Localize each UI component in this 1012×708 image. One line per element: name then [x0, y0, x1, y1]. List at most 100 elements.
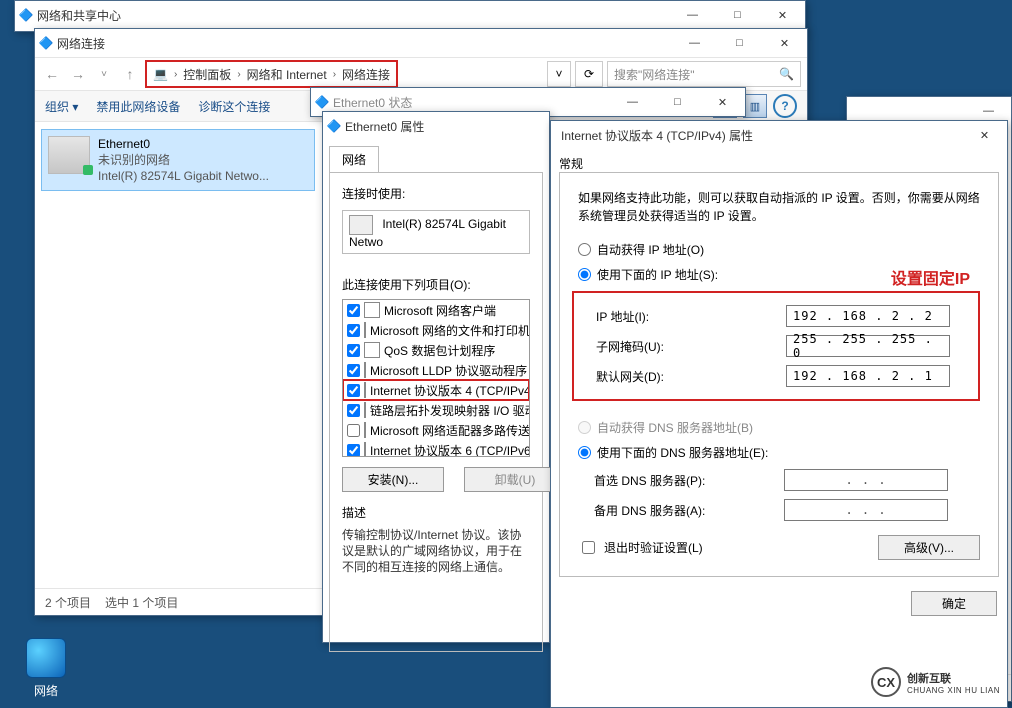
- breadcrumb-mid[interactable]: 网络和 Internet: [247, 66, 327, 83]
- ip-address-input[interactable]: 192 . 168 . 2 . 2: [786, 305, 950, 327]
- back-button[interactable]: ←: [41, 63, 63, 85]
- protocol-label: Microsoft 网络客户端: [384, 302, 496, 319]
- breadcrumb-leaf[interactable]: 网络连接: [342, 66, 390, 83]
- minimize-button[interactable]: —: [672, 29, 717, 57]
- cmd-diagnose[interactable]: 诊断这个连接: [198, 98, 270, 115]
- breadcrumb[interactable]: 💻 › 控制面板 › 网络和 Internet › 网络连接: [145, 60, 398, 88]
- window-title-ipv4: Internet 协议版本 4 (TCP/IPv4) 属性: [551, 127, 962, 144]
- validate-on-exit-checkbox[interactable]: [582, 541, 595, 554]
- status-count: 2 个项目: [45, 594, 91, 611]
- folder-icon: 💻: [153, 67, 168, 81]
- desktop-icon-network[interactable]: 网络: [16, 638, 76, 699]
- protocol-row[interactable]: 链路层拓扑发现映射器 I/O 驱动: [343, 400, 529, 420]
- protocol-checkbox[interactable]: [347, 364, 360, 377]
- dns1-input[interactable]: . . .: [784, 469, 948, 491]
- ok-button[interactable]: 确定: [911, 591, 997, 616]
- protocol-row[interactable]: Internet 协议版本 4 (TCP/IPv4: [343, 380, 529, 400]
- protocol-icon: [364, 302, 380, 318]
- forward-button[interactable]: →: [67, 63, 89, 85]
- maximize-button[interactable]: □: [715, 1, 760, 29]
- uses-label: 此连接使用下列项目(O):: [342, 276, 530, 293]
- preview-pane-button[interactable]: ▥: [743, 94, 767, 118]
- tab-general[interactable]: 常规: [559, 155, 999, 172]
- minimize-button[interactable]: —: [670, 1, 715, 29]
- protocol-row[interactable]: QoS 数据包计划程序: [343, 340, 529, 360]
- dns1-label: 首选 DNS 服务器(P):: [594, 472, 784, 489]
- close-button[interactable]: ✕: [762, 29, 807, 57]
- gateway-label: 默认网关(D):: [596, 368, 786, 385]
- protocol-icon: [364, 362, 366, 378]
- protocol-checkbox[interactable]: [347, 344, 360, 357]
- radio-auto-ip[interactable]: 自动获得 IP 地址(O): [578, 241, 980, 258]
- minimize-button[interactable]: —: [610, 88, 655, 116]
- refresh-button[interactable]: ⟳: [575, 61, 603, 87]
- status-selected: 选中 1 个项目: [105, 594, 178, 611]
- protocol-checkbox[interactable]: [347, 424, 360, 437]
- gateway-input[interactable]: 192 . 168 . 2 . 1: [786, 365, 950, 387]
- help-icon[interactable]: ?: [773, 94, 797, 118]
- close-button[interactable]: ✕: [962, 121, 1007, 149]
- adapter-item-ethernet0[interactable]: Ethernet0 未识别的网络 Intel(R) 82574L Gigabit…: [41, 129, 315, 191]
- protocol-checkbox[interactable]: [347, 404, 360, 417]
- window-title-ethstatus: Ethernet0 状态: [333, 94, 610, 111]
- desc-text: 传输控制协议/Internet 协议。该协议是默认的广域网络协议，用于在不同的相…: [342, 527, 530, 575]
- connect-using-label: 连接时使用:: [342, 185, 530, 202]
- search-input[interactable]: 搜索"网络连接" 🔍: [607, 61, 801, 87]
- protocol-row[interactable]: Microsoft 网络的文件和打印机: [343, 320, 529, 340]
- nic-icon: [349, 215, 373, 235]
- dns2-label: 备用 DNS 服务器(A):: [594, 502, 784, 519]
- protocol-label: QoS 数据包计划程序: [384, 342, 495, 359]
- recent-dropdown[interactable]: ˅: [93, 63, 115, 85]
- desc-heading: 描述: [342, 504, 530, 521]
- dns2-input[interactable]: . . .: [784, 499, 948, 521]
- close-button[interactable]: ✕: [700, 88, 745, 116]
- close-button[interactable]: ✕: [760, 1, 805, 29]
- protocol-icon: [364, 422, 366, 438]
- install-button[interactable]: 安装(N)...: [342, 467, 444, 492]
- app-icon: 🔷: [311, 95, 333, 109]
- validate-label: 退出时验证设置(L): [604, 539, 703, 556]
- history-dropdown[interactable]: ˅: [547, 61, 571, 87]
- protocol-icon: [364, 442, 366, 457]
- window-title-nsc: 网络和共享中心: [37, 7, 670, 24]
- protocol-checkbox[interactable]: [347, 444, 360, 457]
- protocol-label: Microsoft LLDP 协议驱动程序: [370, 362, 527, 379]
- breadcrumb-root[interactable]: 控制面板: [183, 66, 231, 83]
- protocol-label: Internet 协议版本 6 (TCP/IPv6: [370, 442, 530, 458]
- tab-network[interactable]: 网络: [329, 146, 379, 172]
- advanced-button[interactable]: 高级(V)...: [878, 535, 980, 560]
- protocol-label: 链路层拓扑发现映射器 I/O 驱动: [370, 402, 530, 419]
- app-icon: 🔷: [15, 8, 37, 22]
- radio-manual-dns[interactable]: 使用下面的 DNS 服务器地址(E):: [578, 444, 980, 461]
- protocol-icon: [364, 342, 380, 358]
- watermark-logo: CX: [871, 667, 901, 697]
- adapter-status: 未识别的网络: [98, 152, 269, 168]
- protocol-label: Microsoft 网络的文件和打印机: [370, 322, 530, 339]
- ip-group-highlight: IP 地址(I): 192 . 168 . 2 . 2 子网掩码(U): 255…: [572, 291, 980, 401]
- subnet-mask-input[interactable]: 255 . 255 . 255 . 0: [786, 335, 950, 357]
- radio-auto-dns: 自动获得 DNS 服务器地址(B): [578, 419, 980, 436]
- protocol-checkbox[interactable]: [347, 384, 360, 397]
- search-icon[interactable]: 🔍: [779, 67, 794, 81]
- protocol-row[interactable]: Microsoft 网络适配器多路传送: [343, 420, 529, 440]
- protocol-row[interactable]: Internet 协议版本 6 (TCP/IPv6: [343, 440, 529, 457]
- protocol-icon: [364, 402, 366, 418]
- chevron-right-icon: ›: [333, 69, 336, 80]
- annotation-set-static-ip: 设置固定IP: [891, 265, 970, 289]
- maximize-button[interactable]: □: [717, 29, 762, 57]
- protocol-icon: [364, 382, 366, 398]
- protocol-checkbox[interactable]: [347, 324, 360, 337]
- protocol-row[interactable]: Microsoft 网络客户端: [343, 300, 529, 320]
- nic-icon: [48, 136, 90, 174]
- search-placeholder: 搜索"网络连接": [614, 66, 695, 83]
- protocol-row[interactable]: Microsoft LLDP 协议驱动程序: [343, 360, 529, 380]
- protocol-list[interactable]: Microsoft 网络客户端 Microsoft 网络的文件和打印机 QoS 数据…: [342, 299, 530, 457]
- cmd-disable[interactable]: 禁用此网络设备: [96, 98, 180, 115]
- mask-label: 子网掩码(U):: [596, 338, 786, 355]
- ipv4-info: 如果网络支持此功能，则可以获取自动指派的 IP 设置。否则，你需要从网络系统管理…: [578, 189, 980, 225]
- watermark: CX 创新互联 CHUANG XIN HU LIAN: [865, 664, 1006, 700]
- maximize-button[interactable]: □: [655, 88, 700, 116]
- cmd-organize[interactable]: 组织 ▾: [45, 98, 78, 115]
- protocol-checkbox[interactable]: [347, 304, 360, 317]
- up-button[interactable]: ↑: [119, 63, 141, 85]
